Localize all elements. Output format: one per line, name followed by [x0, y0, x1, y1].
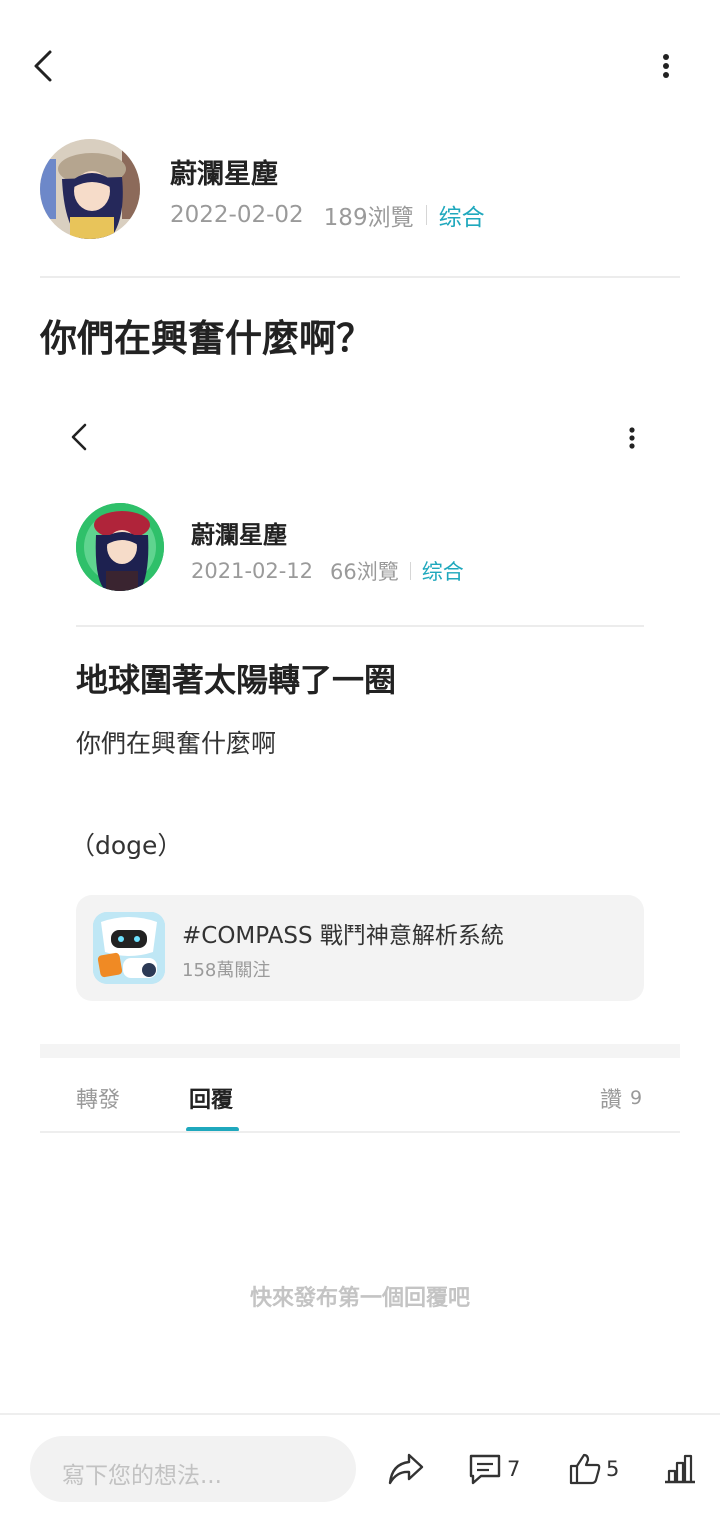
embedded-avatar	[76, 503, 164, 591]
back-button[interactable]	[22, 44, 66, 88]
bar-chart-icon	[665, 1454, 695, 1484]
embedded-post-body: 你們在興奮什麼啊	[76, 729, 277, 758]
category-link[interactable]: 综合	[439, 198, 485, 232]
comments-count: 7	[507, 1457, 521, 1481]
thumbs-up-icon	[569, 1453, 601, 1485]
comment-input-placeholder: 寫下您的想法...	[62, 1463, 222, 1489]
chevron-left-icon	[71, 423, 87, 451]
header-divider	[40, 276, 680, 278]
tab-likes[interactable]: 讚 9	[600, 1082, 642, 1114]
stats-button[interactable]	[660, 1446, 700, 1492]
comment-input[interactable]: 寫下您的想法...	[30, 1436, 356, 1502]
embedded-post-date: 2021-02-12	[191, 559, 314, 583]
more-vertical-icon	[629, 427, 635, 449]
author-name[interactable]: 蔚瀾星塵	[170, 152, 278, 191]
embedded-category-label: 综合	[421, 560, 464, 584]
post-meta: 2022-02-02 189浏覽 综合	[170, 198, 485, 232]
section-separator	[40, 1044, 680, 1058]
tab-likes-count: 9	[630, 1087, 643, 1109]
comment-icon	[469, 1454, 501, 1485]
tab-reply[interactable]: 回覆	[189, 1082, 233, 1114]
avatar[interactable]	[40, 139, 140, 239]
share-button[interactable]	[384, 1446, 428, 1492]
embedded-post-meta: 2021-02-12 66浏覽 综合	[191, 556, 464, 586]
embedded-back-icon-area	[62, 418, 96, 456]
meta-separator	[425, 205, 427, 225]
post-date: 2022-02-02	[170, 202, 304, 228]
view-count: 189浏覽	[323, 205, 414, 231]
post-title: 你們在興奮什麼啊？	[40, 317, 373, 360]
embedded-post-title: 地球圍著太陽轉了一圈	[76, 661, 397, 699]
embedded-view-count: 66浏覽	[330, 560, 399, 584]
topic-card: #COMPASS 戰鬥神意解析系統 158萬關注	[76, 895, 644, 1001]
tab-likes-label: 讚	[600, 1088, 623, 1113]
tabs-divider	[40, 1131, 680, 1133]
topic-name: #COMPASS 戰鬥神意解析系統	[182, 923, 504, 949]
author-avatar-image	[40, 139, 140, 239]
bottom-bar-divider	[0, 1413, 720, 1415]
meta-separator	[409, 562, 411, 580]
like-button[interactable]: 5	[568, 1446, 628, 1492]
share-arrow-icon	[388, 1453, 424, 1485]
likes-count: 5	[606, 1457, 620, 1481]
comments-button[interactable]: 7	[467, 1446, 529, 1492]
embedded-avatar-image	[76, 503, 164, 591]
topic-icon	[93, 912, 165, 984]
chevron-left-icon	[34, 50, 52, 82]
embedded-author-name: 蔚瀾星塵	[191, 521, 287, 549]
tab-repost[interactable]: 轉發	[76, 1082, 120, 1114]
more-options-button[interactable]	[646, 44, 686, 88]
embedded-more-icon-area	[620, 420, 644, 456]
embedded-divider	[76, 625, 644, 627]
empty-state-text: 快來發布第一個回覆吧	[249, 1286, 470, 1311]
topic-followers: 158萬關注	[182, 960, 271, 981]
robot-mascot-icon	[93, 912, 165, 984]
more-vertical-icon	[663, 54, 669, 78]
embedded-emoji-text: （doge）	[70, 831, 183, 860]
